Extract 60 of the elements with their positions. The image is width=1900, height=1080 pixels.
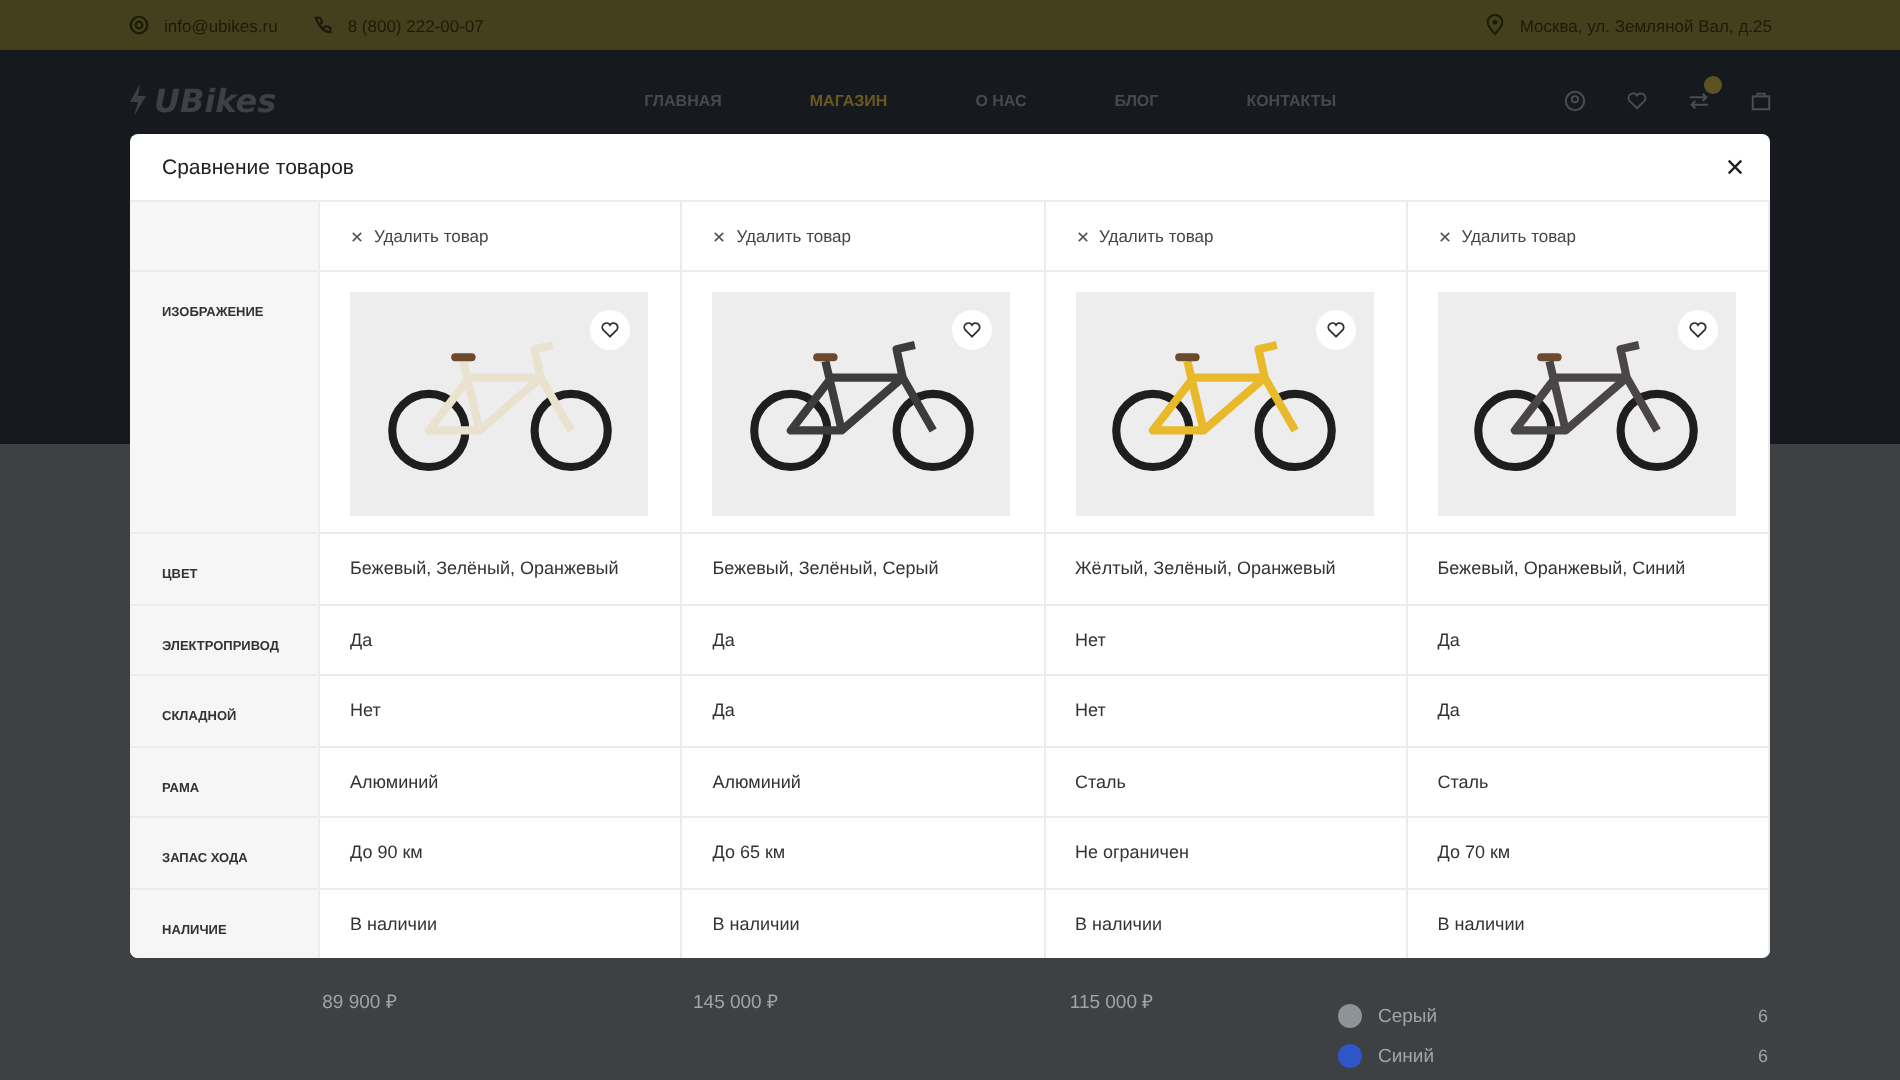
table-cell: Да xyxy=(1437,700,1460,721)
remove-product-button[interactable]: Удалить товар xyxy=(350,226,489,246)
remove-product-button[interactable]: Удалить товар xyxy=(1075,226,1214,246)
heart-icon xyxy=(1687,320,1708,340)
table-cell: Нет xyxy=(1075,629,1106,650)
location-pin-icon xyxy=(1483,14,1506,36)
table-cell: До 90 км xyxy=(350,842,423,863)
favorite-button[interactable] xyxy=(1315,310,1355,350)
filter-label: Серый xyxy=(1378,1005,1440,1027)
table-cell: Алюминий xyxy=(712,771,801,792)
table-cell: Нет xyxy=(1075,700,1106,721)
table-cell: Да xyxy=(1437,629,1460,650)
table-cell: В наличии xyxy=(350,913,438,934)
filter-count: 6 xyxy=(1757,1046,1768,1066)
table-cell: В наличии xyxy=(1437,913,1525,934)
table-cell: Алюминий xyxy=(350,771,439,792)
filter-count: 6 xyxy=(1757,1006,1768,1026)
x-icon xyxy=(350,229,364,243)
table-cell: Бежевый, Зелёный, Серый xyxy=(712,558,939,579)
modal-title: Сравнение товаров xyxy=(162,155,354,179)
heart-icon xyxy=(600,320,620,340)
at-icon xyxy=(128,14,150,36)
close-icon[interactable] xyxy=(1726,158,1744,176)
heart-icon xyxy=(962,320,983,340)
bag-icon[interactable] xyxy=(1749,89,1772,111)
table-cell: Сталь xyxy=(1075,771,1126,792)
table-cell: Бежевый, Зелёный, Оранжевый xyxy=(350,558,619,579)
color-swatch[interactable] xyxy=(1338,1044,1362,1068)
remove-product-button[interactable]: Удалить товар xyxy=(1437,226,1576,246)
table-cell: Нет xyxy=(350,700,381,721)
nav-link[interactable]: МАГАЗИН xyxy=(809,91,888,109)
compare-icon[interactable] xyxy=(1687,89,1710,111)
x-icon xyxy=(1437,229,1452,243)
table-cell: Сталь xyxy=(1437,771,1489,792)
color-swatch[interactable] xyxy=(1338,1004,1362,1028)
favorite-button[interactable] xyxy=(1677,310,1718,350)
product-price: 89 900 ₽ xyxy=(322,990,398,1014)
table-cell: Жёлтый, Зелёный, Оранжевый xyxy=(1075,558,1336,579)
table-cell: Да xyxy=(350,629,373,650)
x-icon xyxy=(712,229,727,243)
product-price: 115 000 ₽ xyxy=(1069,990,1155,1014)
table-cell: До 70 км xyxy=(1437,842,1511,863)
table-cell: В наличии xyxy=(712,913,800,934)
product-price: 145 000 ₽ xyxy=(693,990,779,1014)
table-cell: Бежевый, Оранжевый, Синий xyxy=(1437,558,1686,579)
favorite-button[interactable] xyxy=(952,310,993,350)
table-cell: Да xyxy=(712,700,735,721)
table-cell: Да xyxy=(712,629,735,650)
table-cell: До 65 км xyxy=(712,842,786,863)
x-icon xyxy=(1075,229,1089,243)
phone-icon xyxy=(311,14,334,36)
heart-icon[interactable] xyxy=(1625,89,1648,111)
table-cell: В наличии xyxy=(1075,913,1163,934)
heart-icon xyxy=(1325,320,1345,340)
favorite-button[interactable] xyxy=(590,310,630,350)
compare-badge xyxy=(1703,75,1722,93)
filter-label: Синий xyxy=(1378,1045,1437,1067)
remove-product-button[interactable]: Удалить товар xyxy=(712,226,851,246)
user-icon[interactable] xyxy=(1563,89,1586,111)
table-cell: Не ограничен xyxy=(1075,842,1189,863)
